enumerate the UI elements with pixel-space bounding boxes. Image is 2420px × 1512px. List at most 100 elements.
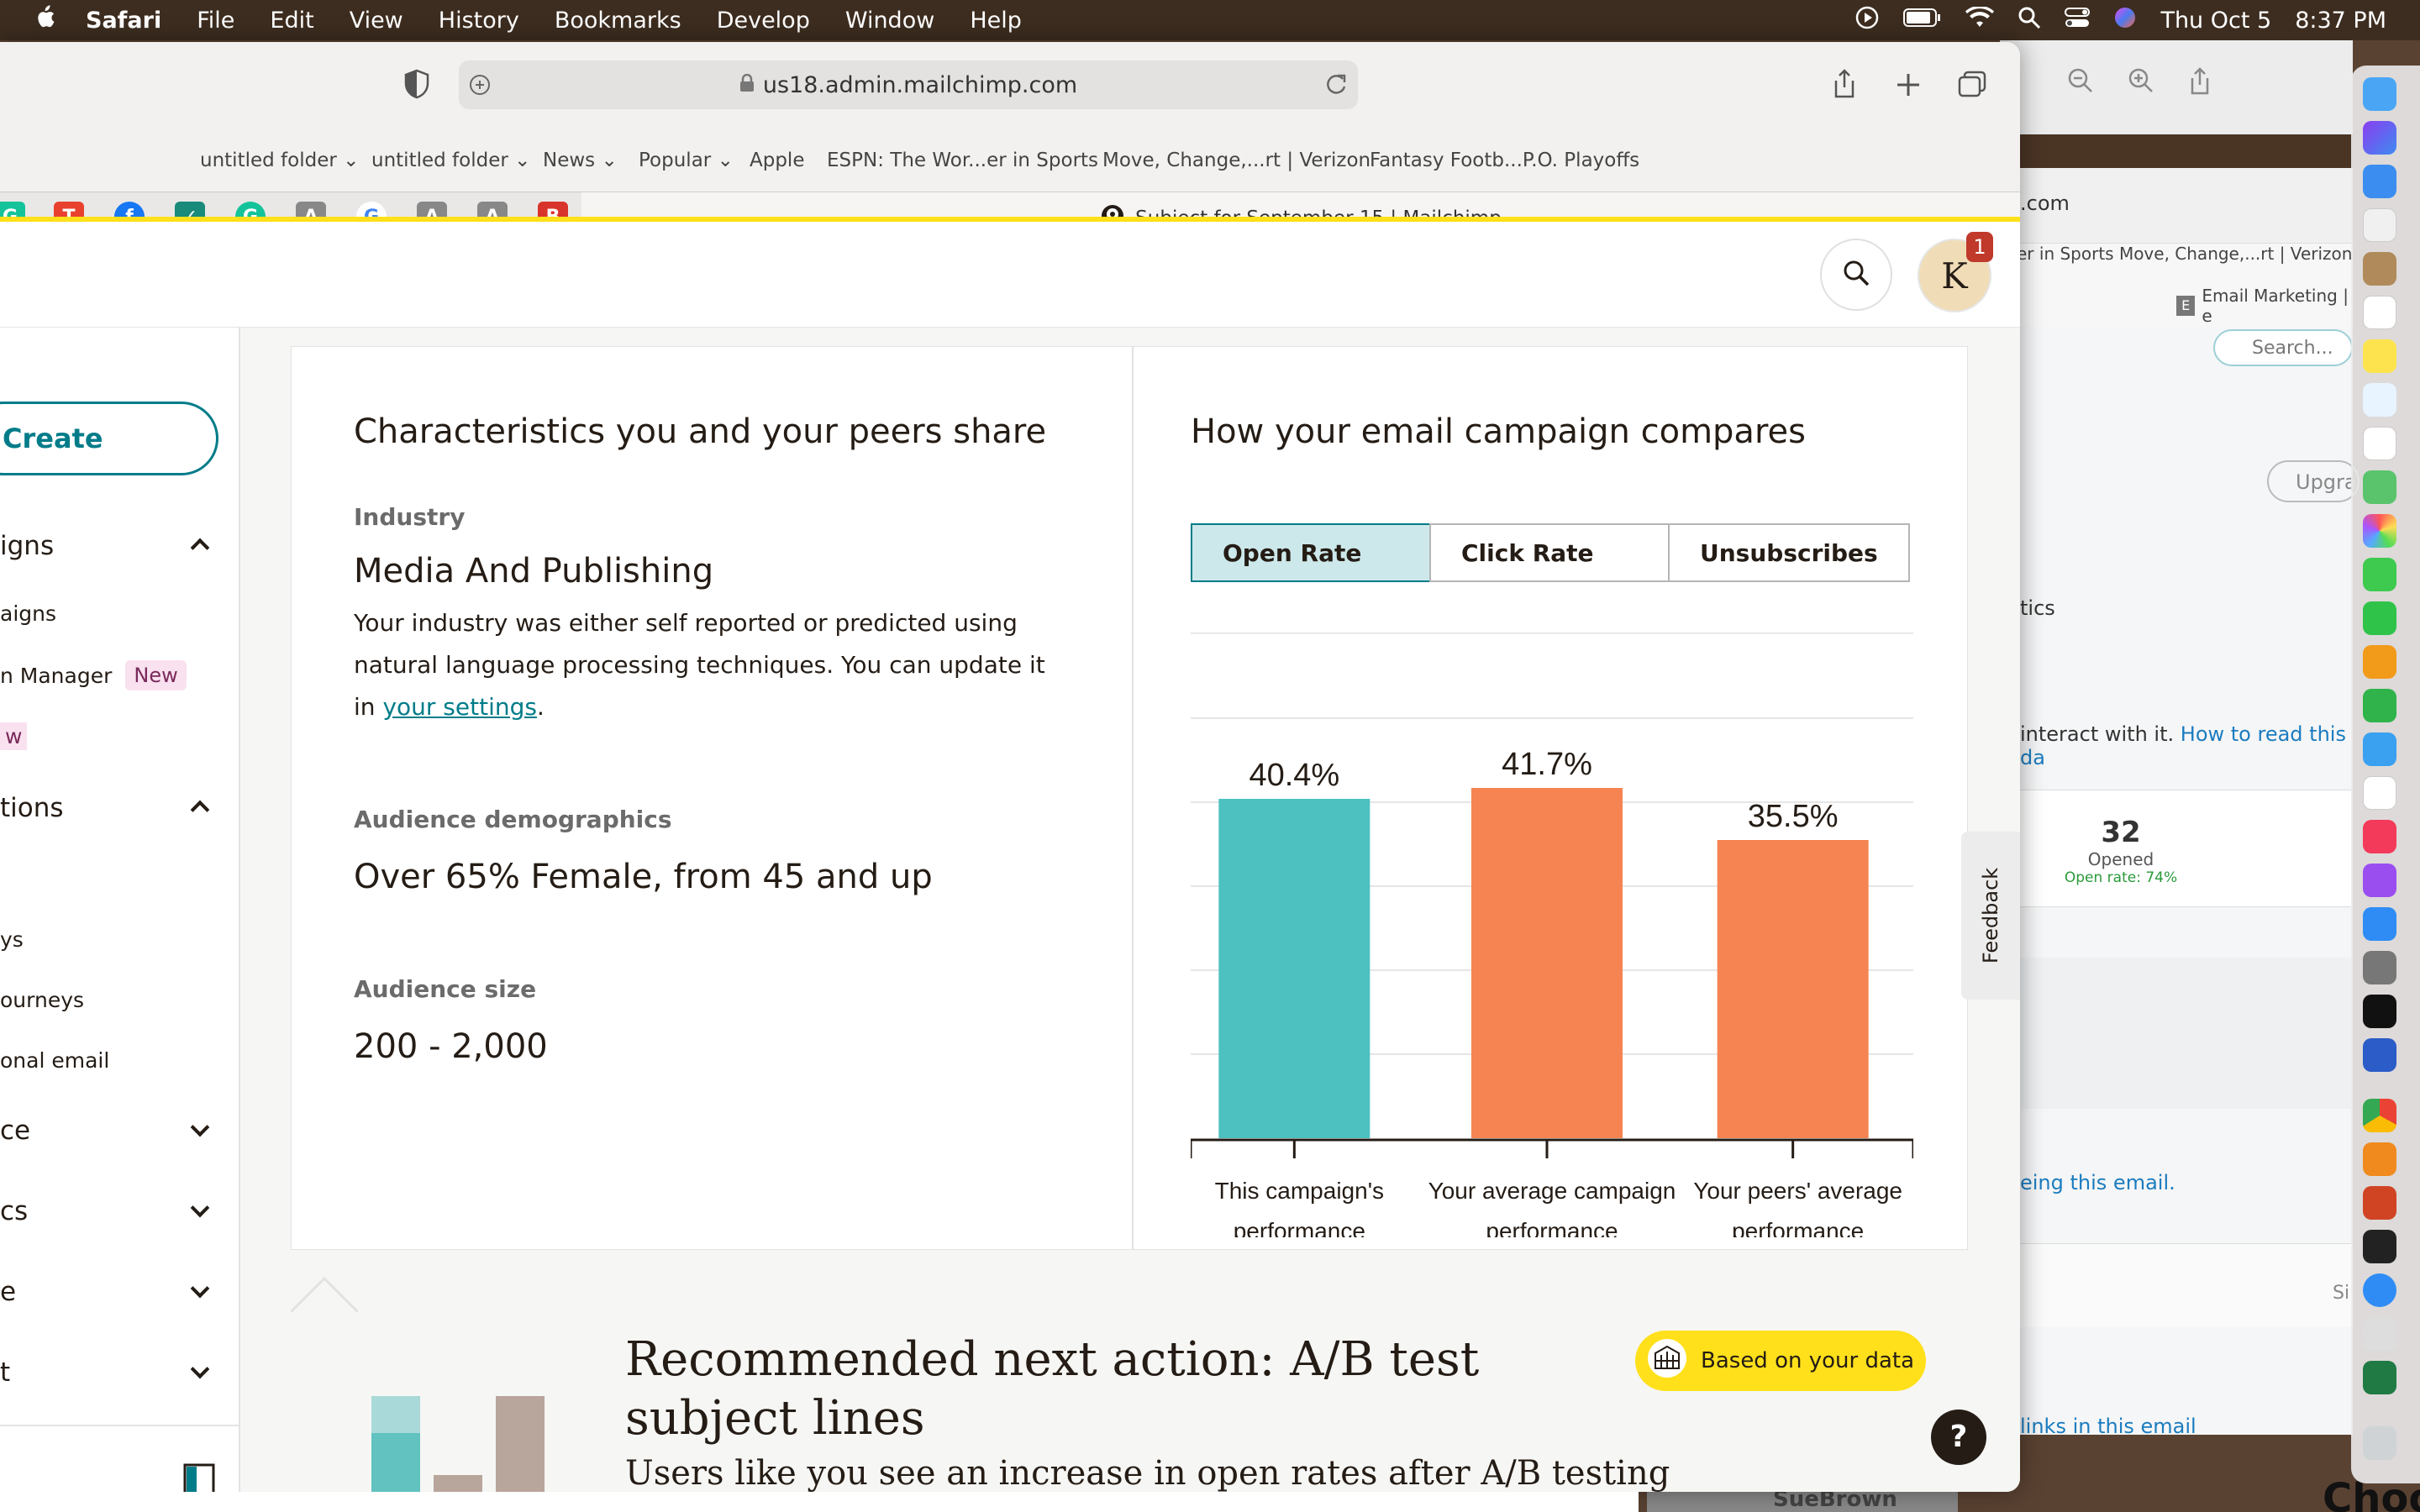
preview-icon[interactable] [2363,1317,2396,1351]
sidebar-item-all-campaigns[interactable]: aigns [0,601,56,626]
tab-unsubscribes[interactable]: Unsubscribes [1668,523,1910,582]
siri-app-icon[interactable] [2363,121,2396,155]
sidebar-item-campaigns[interactable]: igns [0,531,218,564]
search-button[interactable] [1820,239,1892,311]
contacts-icon[interactable] [2363,252,2396,286]
word-icon[interactable] [2363,1038,2396,1072]
play-icon[interactable] [1854,5,1880,36]
audience-size-label: Audience size [354,975,537,1003]
system-settings-icon[interactable] [2363,951,2396,984]
lock-icon [739,72,755,98]
chart-category-label: performance [1234,1218,1365,1237]
launchpad-icon[interactable] [2363,208,2396,242]
powerpoint-icon[interactable] [2363,1186,2396,1220]
menu-bookmarks[interactable]: Bookmarks [555,8,681,34]
podcasts-icon[interactable] [2363,864,2396,897]
sidebar-item-manager[interactable]: n Manager New [0,660,187,690]
trash-icon[interactable] [2363,1426,2396,1460]
menu-app-safari[interactable]: Safari [86,8,161,34]
menu-view[interactable]: View [350,8,403,34]
finder-icon[interactable] [2363,77,2396,111]
zoom-out-icon[interactable] [2067,67,2094,99]
music-icon[interactable] [2363,820,2396,853]
sidebar-item-analytics[interactable]: cs [0,1196,218,1230]
news-icon[interactable] [2363,776,2396,810]
background-upgrade-button[interactable]: Upgra [2267,460,2360,502]
background-si-text: Si [2333,1283,2350,1304]
favorite-verizon[interactable]: Move, Change,...rt | Verizon [1102,150,1370,171]
tab-click-rate[interactable]: Click Rate [1429,523,1670,582]
background-bookmark-text[interactable]: er in Sports Move, Change,...rt | Verizo… [2017,244,2352,264]
apple-icon[interactable] [34,4,55,36]
menu-help[interactable]: Help [970,8,1022,34]
pages-icon[interactable] [2363,645,2396,679]
keynote-icon[interactable] [2363,732,2396,766]
favorite-news[interactable]: News ⌄ [543,150,618,171]
freeform-icon[interactable] [2363,383,2396,417]
favorite-apple[interactable]: Apple [750,150,804,171]
terminal-icon[interactable] [2363,1230,2396,1263]
spotlight-icon[interactable] [2018,6,2041,35]
sidebar-item-audience[interactable]: ce [0,1116,218,1149]
create-button[interactable]: Create [0,402,218,475]
favorite-folder-2[interactable]: untitled folder ⌄ [371,150,530,171]
new-tab-icon[interactable] [1896,72,1921,101]
reminders-icon[interactable] [2363,427,2396,460]
sidebar-item-transactional-email[interactable]: onal email [0,1048,109,1073]
reload-icon[interactable] [1324,72,1348,102]
sidebar-item-pre-built-journeys[interactable]: ourneys [0,988,84,1012]
zoom-in-icon[interactable] [2128,67,2154,99]
tab-open-rate[interactable]: Open Rate [1191,523,1431,582]
sidebar-item-website[interactable]: e [0,1277,218,1310]
tab-overview-icon[interactable] [1958,71,1986,101]
chevron-down-icon: ⌄ [514,150,531,171]
address-bar[interactable]: us18.admin.mailchimp.com [459,60,1358,109]
feedback-tab[interactable]: Feedback [1961,832,2020,1000]
menu-file[interactable]: File [197,8,234,34]
menu-window[interactable]: Window [845,8,934,34]
sidebar-item-automations[interactable]: tions [0,793,218,827]
mail-icon[interactable] [2363,165,2396,198]
notes-icon[interactable] [2363,339,2396,373]
recommendation-body: Users like you see an increase in open r… [625,1454,1670,1492]
excel-icon[interactable] [2363,1361,2396,1394]
background-search-input[interactable]: Search... [2213,329,2353,366]
app-store-icon[interactable] [2363,907,2396,941]
collapse-sidebar-icon[interactable] [183,1463,215,1492]
settings-link[interactable]: your settings [382,693,537,721]
siri-icon[interactable] [2113,6,2137,35]
based-on-data-pill: Based on your data [1635,1331,1926,1391]
share-button-icon[interactable] [1832,69,1857,102]
add-page-icon[interactable] [467,72,492,103]
control-center-icon[interactable] [2065,7,2091,34]
background-tab[interactable]: E Email Marketing | e [2176,286,2353,326]
menu-history[interactable]: History [439,8,519,34]
messages-icon[interactable] [2363,558,2396,591]
photos-icon[interactable] [2363,514,2396,548]
privacy-shield-icon[interactable] [403,69,430,102]
recommendation-title: Recommended next action: A/B test subjec… [625,1332,1480,1446]
menu-edit[interactable]: Edit [270,8,313,34]
menu-develop[interactable]: Develop [717,8,810,34]
wifi-icon[interactable] [1965,5,1995,34]
facetime-icon[interactable] [2363,601,2396,635]
share-icon[interactable] [2188,67,2212,99]
calendar-icon[interactable] [2363,296,2396,329]
maps-icon[interactable] [2363,470,2396,504]
books-icon[interactable] [2363,1142,2396,1176]
sidebar-item-content[interactable]: t [0,1357,218,1391]
help-button[interactable]: ? [1931,1410,1986,1465]
favorite-fantasy[interactable]: Fantasy Footb...P.O. Playoffs [1370,150,1639,171]
chevron-up-icon [190,538,210,558]
favorite-espn[interactable]: ESPN: The Wor...er in Sports [827,150,1098,171]
safari-icon[interactable] [2363,1273,2396,1307]
background-url[interactable]: .com [2020,192,2070,215]
favorite-folder-1[interactable]: untitled folder ⌄ [200,150,359,171]
chrome-icon[interactable] [2363,1099,2396,1132]
numbers-icon[interactable] [2363,689,2396,722]
favorite-popular[interactable]: Popular ⌄ [639,150,734,171]
sidebar-item-journeys[interactable]: ys [0,927,24,952]
apple-tv-icon[interactable] [2363,995,2396,1028]
sidebar-item-new[interactable]: w [0,722,28,750]
battery-icon[interactable] [1903,8,1942,34]
